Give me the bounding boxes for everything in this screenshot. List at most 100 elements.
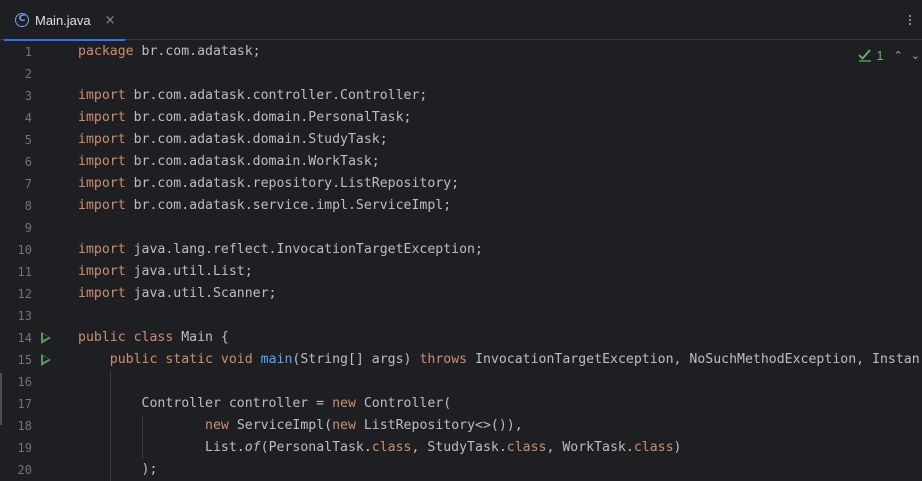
keyword-token: public static void <box>109 352 253 367</box>
line-number: 16 <box>17 375 32 389</box>
code-token: ) <box>673 440 682 455</box>
line-number: 12 <box>17 287 32 301</box>
code-token: br.com.adatask.repository.ListRepository… <box>125 176 460 191</box>
code-text: import java.lang.reflect.InvocationTarge… <box>78 239 483 261</box>
code-line[interactable]: 15 public static void main(String[] args… <box>0 349 922 371</box>
code-text: import br.com.adatask.domain.StudyTask; <box>78 129 388 151</box>
line-number: 13 <box>17 309 32 323</box>
keyword-token: new <box>205 418 229 433</box>
code-token: br.com.adatask.service.impl.ServiceImpl; <box>125 198 452 213</box>
code-text: import br.com.adatask.domain.PersonalTas… <box>78 107 411 129</box>
code-token: ); <box>78 462 158 477</box>
keyword-token: package <box>78 44 134 59</box>
keyword-token: class <box>633 440 674 455</box>
code-token: java.lang.reflect.InvocationTargetExcept… <box>125 242 483 257</box>
code-text: public static void main(String[] args) t… <box>78 349 920 371</box>
code-token: , StudyTask. <box>411 440 507 455</box>
keyword-token: public class <box>78 330 174 345</box>
line-number: 9 <box>24 221 32 235</box>
code-text: import br.com.adatask.domain.WorkTask; <box>78 151 380 173</box>
code-token: List. <box>78 440 245 455</box>
line-number: 4 <box>24 111 32 125</box>
code-line[interactable]: 5 import br.com.adatask.domain.StudyTask; <box>0 129 922 151</box>
run-icon[interactable] <box>41 332 51 344</box>
code-token: br.com.adatask.controller.Controller; <box>125 88 428 103</box>
code-line[interactable]: 6 import br.com.adatask.domain.WorkTask; <box>0 151 922 173</box>
code-line[interactable]: 7 import br.com.adatask.repository.ListRe… <box>0 173 922 195</box>
code-editor[interactable]: 1 ⌃ ⌄ 1 package br.com.adatask; 2 3 import b… <box>0 41 922 481</box>
keyword-token: import <box>78 176 126 191</box>
code-token: br.com.adatask.domain.StudyTask; <box>125 132 388 147</box>
code-line[interactable]: 20 ); <box>0 459 922 481</box>
code-text: import java.util.List; <box>78 261 253 283</box>
editor-tab-bar: C Main.java × <box>0 0 922 41</box>
code-line[interactable]: 16 <box>0 371 922 393</box>
code-token: ListRepository<>()), <box>355 418 523 433</box>
code-line[interactable]: 2 <box>0 63 922 85</box>
line-number: 17 <box>17 397 32 411</box>
code-token: Controller controller = <box>78 396 333 411</box>
code-text: package br.com.adatask; <box>78 41 261 63</box>
code-line[interactable]: 9 <box>0 217 922 239</box>
code-line[interactable]: 18 new ServiceImpl(new ListRepository<>(… <box>0 415 922 437</box>
line-number: 10 <box>17 243 32 257</box>
keyword-token: throws <box>419 352 468 367</box>
code-line[interactable]: 10 import java.lang.reflect.InvocationTar… <box>0 239 922 261</box>
code-text: import br.com.adatask.service.impl.Servi… <box>78 195 451 217</box>
keyword-token: import <box>78 132 126 147</box>
code-line[interactable]: 17 Controller controller = new Controlle… <box>0 393 922 415</box>
code-line[interactable]: 4 import br.com.adatask.domain.PersonalTa… <box>0 107 922 129</box>
code-token: br.com.adatask; <box>133 44 261 59</box>
code-token: java.util.Scanner; <box>125 286 277 301</box>
code-line[interactable]: 11 import java.util.List; <box>0 261 922 283</box>
function-token: main <box>260 352 293 367</box>
line-number: 15 <box>17 353 32 367</box>
more-options-icon[interactable] <box>908 13 912 27</box>
keyword-token: class <box>506 440 547 455</box>
code-text: import br.com.adatask.repository.ListRep… <box>78 173 459 195</box>
keyword-token: new <box>332 396 356 411</box>
line-number: 19 <box>17 441 32 455</box>
code-text: ); <box>78 459 158 481</box>
code-token: ServiceImpl( <box>228 418 333 433</box>
keyword-token: import <box>78 286 126 301</box>
code-text: public class Main { <box>78 327 229 349</box>
code-token: , WorkTask. <box>546 440 634 455</box>
line-number: 8 <box>24 199 32 213</box>
code-text: Controller controller = new Controller( <box>78 393 452 415</box>
code-line[interactable]: 12 import java.util.Scanner; <box>0 283 922 305</box>
tab-main-java[interactable]: C Main.java × <box>4 0 125 41</box>
class-icon: C <box>15 13 29 27</box>
keyword-token: import <box>78 242 126 257</box>
line-number: 11 <box>17 265 32 279</box>
code-token: java.util.List; <box>125 264 253 279</box>
keyword-token: import <box>78 110 126 125</box>
code-line[interactable]: 19 List.of(PersonalTask.class, StudyTask… <box>0 437 922 459</box>
code-line[interactable]: 14 public class Main { <box>0 327 922 349</box>
line-number: 2 <box>24 67 32 81</box>
line-number: 1 <box>24 45 32 59</box>
code-token: of <box>244 440 261 455</box>
line-number: 18 <box>17 419 32 433</box>
code-line[interactable]: 1 package br.com.adatask; <box>0 41 922 63</box>
code-token: (String[] args) <box>292 352 420 367</box>
run-icon[interactable] <box>41 354 51 366</box>
line-number: 7 <box>24 177 32 191</box>
code-line[interactable]: 8 import br.com.adatask.service.impl.Serv… <box>0 195 922 217</box>
keyword-token: import <box>78 154 126 169</box>
keyword-token: class <box>371 440 412 455</box>
keyword-token: import <box>78 88 126 103</box>
code-token: br.com.adatask.domain.WorkTask; <box>125 154 380 169</box>
code-text: List.of(PersonalTask.class, StudyTask.cl… <box>78 437 681 459</box>
code-line[interactable]: 13 <box>0 305 922 327</box>
close-icon[interactable]: × <box>105 13 116 28</box>
line-number: 5 <box>24 133 32 147</box>
code-text: import java.util.Scanner; <box>78 283 277 305</box>
line-number: 3 <box>24 89 32 103</box>
code-line[interactable]: 3 import br.com.adatask.controller.Contro… <box>0 85 922 107</box>
code-token: Controller( <box>355 396 452 411</box>
code-token: br.com.adatask.domain.PersonalTask; <box>125 110 412 125</box>
keyword-token: import <box>78 198 126 213</box>
